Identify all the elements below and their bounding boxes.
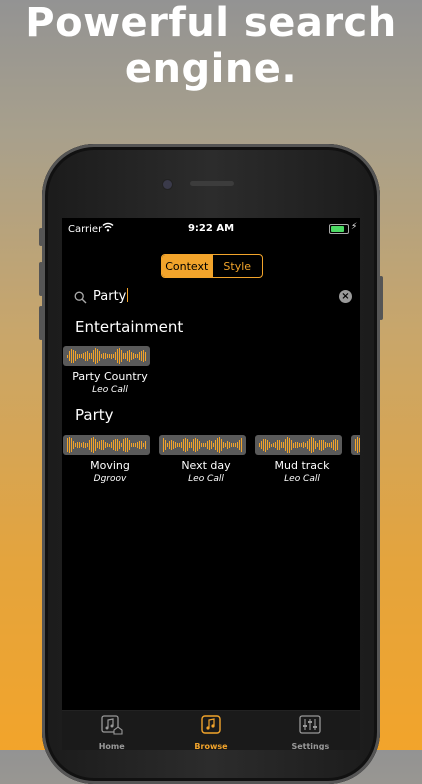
tab-settings[interactable]: Settings <box>261 711 360 750</box>
tab-browse[interactable]: Browse <box>161 711 260 750</box>
track-card[interactable]: Moving Dgroov <box>62 435 158 484</box>
mode-segmented-control: Context Style <box>161 254 263 278</box>
search-bar[interactable]: Party × <box>72 284 354 308</box>
tab-settings-label: Settings <box>291 742 330 750</box>
headline-line-1: Powerful search <box>25 0 397 46</box>
clear-search-icon[interactable]: × <box>339 290 352 303</box>
waveform-thumbnail <box>159 435 246 455</box>
power-button <box>379 276 383 320</box>
earpiece-speaker <box>190 181 234 186</box>
tab-browse-label: Browse <box>194 742 228 750</box>
search-icon <box>74 289 87 308</box>
track-card[interactable]: Party Country Leo Call <box>62 346 158 395</box>
side-button <box>39 228 43 246</box>
track-artist: Leo Call <box>284 474 320 484</box>
browse-music-icon <box>200 715 222 739</box>
volume-up-button <box>39 262 43 296</box>
track-card[interactable]: Next day Leo Call <box>158 435 254 484</box>
battery-icon <box>329 224 349 234</box>
segment-context[interactable]: Context <box>162 255 212 277</box>
track-title: Next day <box>181 459 231 472</box>
track-artist: Leo Call <box>92 385 128 395</box>
home-music-icon <box>101 715 123 739</box>
tab-home-label: Home <box>98 742 125 750</box>
front-camera <box>162 179 173 190</box>
track-title: Mud track <box>274 459 330 472</box>
charging-bolt-icon: ⚡ <box>351 222 358 232</box>
track-card-partial[interactable] <box>350 435 360 484</box>
track-title: Party Country <box>72 370 148 383</box>
track-card[interactable]: Mud track Leo Call <box>254 435 350 484</box>
section-title-entertainment: Entertainment <box>75 318 184 336</box>
track-artist: Dgroov <box>93 474 127 484</box>
status-time: 9:22 AM <box>187 223 235 234</box>
tab-bar: Home Browse Settings <box>62 710 360 750</box>
headline-line-2: engine. <box>124 46 298 92</box>
waveform-thumbnail <box>63 435 150 455</box>
phone-screen: Carrier 9:22 AM ⚡ Context Style Party × … <box>62 218 360 750</box>
tab-home[interactable]: Home <box>62 711 161 750</box>
settings-sliders-icon <box>299 715 321 739</box>
volume-down-button <box>39 306 43 340</box>
status-bar: Carrier 9:22 AM ⚡ <box>62 218 360 240</box>
search-input[interactable]: Party <box>93 288 129 304</box>
waveform-thumbnail <box>351 435 360 455</box>
headline: Powerful search engine. <box>0 0 422 92</box>
waveform-thumbnail <box>255 435 342 455</box>
party-row: Moving Dgroov Next day Leo Call Mud trac… <box>62 435 360 484</box>
track-title: Moving <box>90 459 130 472</box>
waveform-thumbnail <box>63 346 150 366</box>
track-artist: Leo Call <box>188 474 224 484</box>
search-query: Party <box>93 289 127 304</box>
segment-style[interactable]: Style <box>211 255 263 277</box>
entertainment-row: Party Country Leo Call <box>62 346 158 395</box>
text-caret <box>127 288 129 302</box>
section-title-party: Party <box>75 406 114 424</box>
